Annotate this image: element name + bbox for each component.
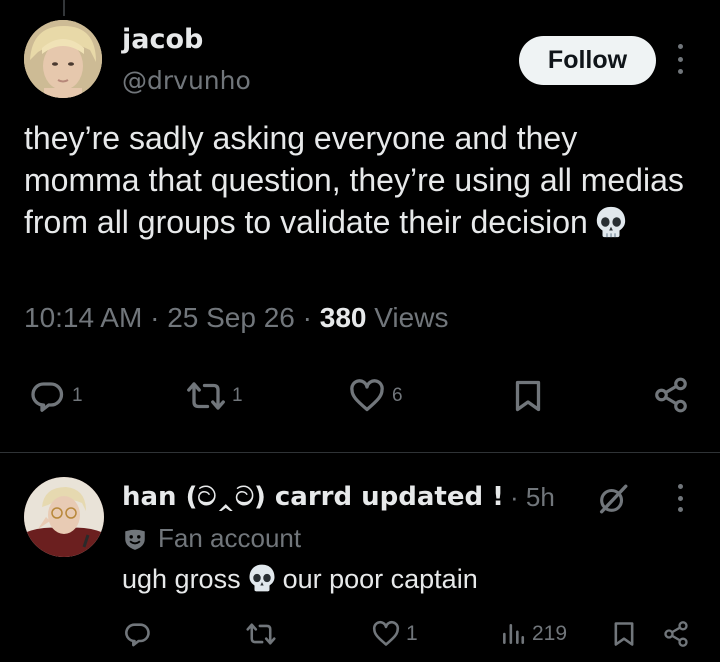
reply-text: ugh gross our poor captain <box>122 563 478 595</box>
reply-share-button[interactable] <box>662 620 690 648</box>
repost-icon <box>187 382 225 410</box>
tweet-meta: 10:14 AM · 25 Sep 26 · 380 Views <box>24 302 448 334</box>
repost-icon <box>246 623 276 645</box>
follow-button[interactable]: Follow <box>519 36 656 85</box>
reply-icon <box>125 623 150 647</box>
thread-line <box>63 0 65 16</box>
divider <box>0 452 720 453</box>
like-icon <box>350 379 384 412</box>
reply-count: 1 <box>72 385 83 406</box>
bookmark-icon <box>515 380 541 412</box>
bookmark-button[interactable] <box>510 378 546 414</box>
fan-account-label: Fan account <box>158 523 302 553</box>
reply-icon <box>31 382 64 412</box>
more-icon[interactable] <box>670 44 690 74</box>
reply-author-avatar[interactable] <box>24 477 104 557</box>
bookmark-icon <box>614 622 634 646</box>
author-name[interactable]: jacob <box>122 24 203 55</box>
reply-views-count: 219 <box>532 622 568 645</box>
share-button[interactable] <box>652 376 690 414</box>
views-label: Views <box>374 302 449 333</box>
reply-text-end: our poor captain <box>282 564 478 594</box>
skull-emoji-icon <box>249 564 275 592</box>
repost-button[interactable]: 1 <box>186 378 243 414</box>
fan-account-badge: Fan account <box>122 523 301 554</box>
tweet-body: they’re sadly asking everyone and they m… <box>24 120 684 240</box>
reply-bookmark-button[interactable] <box>610 620 638 648</box>
author-avatar[interactable] <box>24 20 102 98</box>
reply-like-count: 1 <box>406 622 418 645</box>
reply-reply-button[interactable] <box>124 620 152 648</box>
tweet-time[interactable]: 10:14 AM <box>24 302 142 333</box>
tweet-date[interactable]: 25 Sep 26 <box>167 302 295 333</box>
repost-count: 1 <box>232 385 243 406</box>
time-separator: · <box>510 482 519 512</box>
reply-like-button[interactable]: 1 <box>372 620 418 648</box>
share-icon <box>664 621 688 647</box>
reply-text-start: ugh gross <box>122 564 241 594</box>
meta-separator: · <box>302 302 312 333</box>
more-icon[interactable] <box>670 484 690 512</box>
reply-author-name[interactable]: han (ට‸ට) carrd updated ! <box>122 482 504 513</box>
tweet-text: they’re sadly asking everyone and they m… <box>24 117 694 243</box>
views-count: 380 <box>319 302 367 333</box>
reply-views-button[interactable]: 219 <box>500 620 567 648</box>
like-button[interactable]: 6 <box>348 378 403 414</box>
skull-emoji-icon <box>596 206 626 238</box>
reply-button[interactable]: 1 <box>30 378 83 414</box>
reply-time[interactable]: · 5h <box>510 482 555 513</box>
grok-icon[interactable] <box>596 482 630 520</box>
author-handle[interactable]: @drvunho <box>122 66 251 95</box>
reply-time-value: 5h <box>525 482 555 512</box>
share-icon <box>655 377 687 413</box>
meta-separator: · <box>150 302 160 333</box>
views-icon <box>503 624 525 644</box>
reply-repost-button[interactable] <box>246 620 276 648</box>
like-count: 6 <box>392 385 403 406</box>
fan-account-icon <box>125 529 145 550</box>
like-icon <box>372 620 400 646</box>
